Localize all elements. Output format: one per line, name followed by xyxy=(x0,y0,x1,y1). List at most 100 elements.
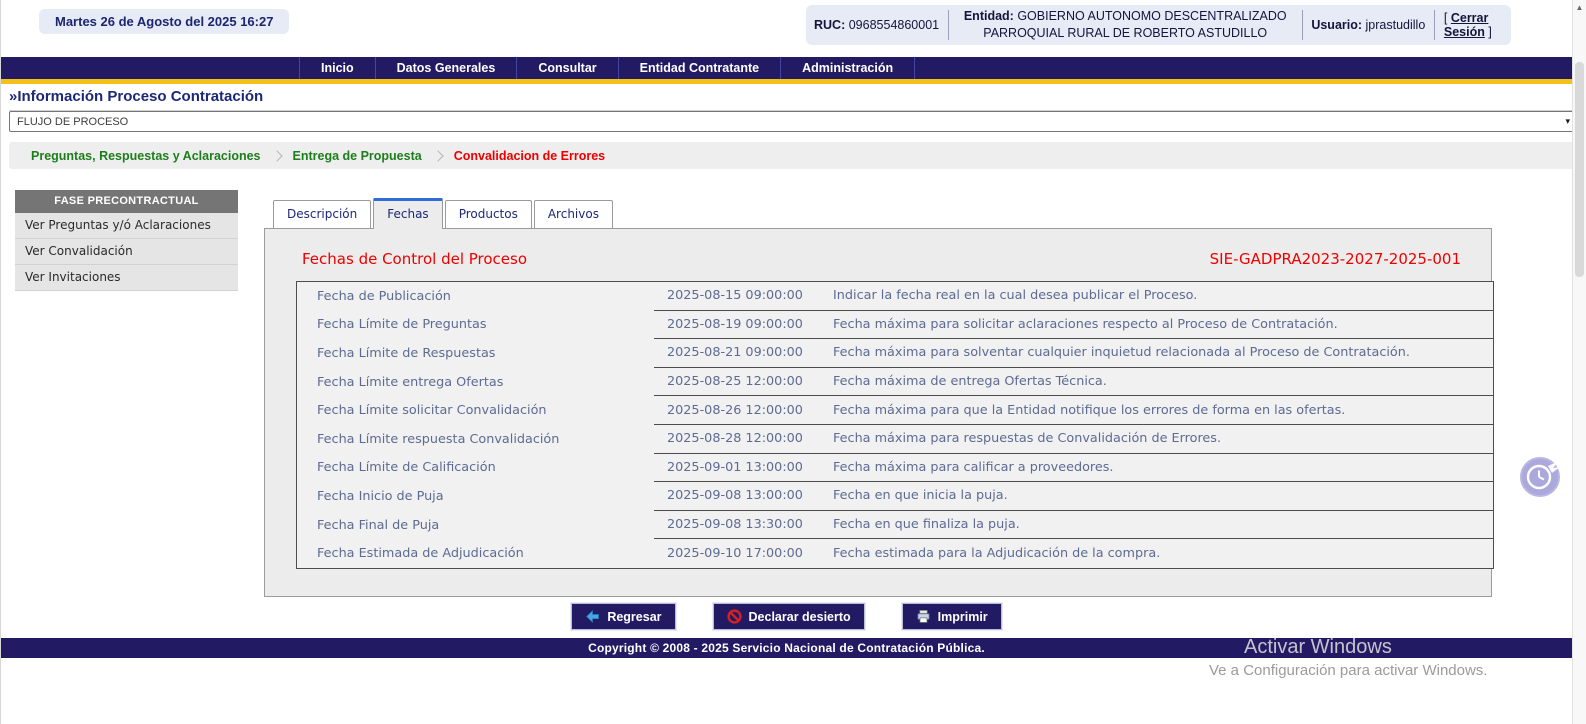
table-row: Fecha Límite entrega Ofertas2025-08-25 1… xyxy=(297,368,1493,397)
sidebar-item-ver-convalidacion[interactable]: Ver Convalidación xyxy=(15,239,238,265)
arrow-left-icon xyxy=(585,609,600,624)
fecha-description: Fecha máxima para respuestas de Convalid… xyxy=(821,425,1493,454)
breadcrumb-chevron-icon xyxy=(271,150,282,161)
fecha-label: Fecha Límite de Calificación xyxy=(297,454,654,483)
fecha-description: Fecha máxima para solventar cualquier in… xyxy=(821,339,1493,368)
entidad-value: Entidad: GOBIERNO AUTONOMO DESCENTRALIZA… xyxy=(958,8,1293,42)
imprimir-button[interactable]: Imprimir xyxy=(902,603,1002,630)
table-row: Fecha Final de Puja2025-09-08 13:30:00Fe… xyxy=(297,511,1493,540)
regresar-button[interactable]: Regresar xyxy=(571,603,675,630)
page-title: »Información Proceso Contratación xyxy=(9,88,1576,111)
table-row: Fecha de Publicación2025-08-15 09:00:00I… xyxy=(297,282,1493,311)
fecha-datetime: 2025-08-26 12:00:00 xyxy=(654,396,821,425)
nav-item-datos-generales[interactable]: Datos Generales xyxy=(375,57,517,79)
table-row: Fecha Límite de Respuestas2025-08-21 09:… xyxy=(297,339,1493,368)
divider xyxy=(948,10,949,40)
chevron-down-icon: ▾ xyxy=(1565,116,1570,127)
tab-bar: DescripciónFechasProductosArchivos xyxy=(273,197,615,228)
fecha-description: Fecha en que inicia la puja. xyxy=(821,482,1493,511)
nav-item-entidad-contratante[interactable]: Entidad Contratante xyxy=(618,57,780,79)
tab-archivos[interactable]: Archivos xyxy=(534,200,613,228)
breadcrumb-step-preguntas-respuestas-y-aclaraciones[interactable]: Preguntas, Respuestas y Aclaraciones xyxy=(31,149,261,163)
tab-panel-fechas: Fechas de Control del Proceso SIE-GADPRA… xyxy=(264,228,1492,597)
flujo-select-value: FLUJO DE PROCESO xyxy=(17,116,128,128)
declarar-desierto-button[interactable]: Declarar desierto xyxy=(713,603,865,630)
process-code: SIE-GADPRA2023-2027-2025-001 xyxy=(1210,250,1461,268)
fecha-description: Fecha máxima para calificar a proveedore… xyxy=(821,454,1493,483)
usuario-label: Usuario: xyxy=(1311,18,1362,32)
fecha-description: Fecha máxima para que la Entidad notifiq… xyxy=(821,396,1493,425)
fecha-description: Fecha en que finaliza la puja. xyxy=(821,511,1493,540)
fechas-section-title: Fechas de Control del Proceso xyxy=(302,250,527,268)
breadcrumb-chevron-icon xyxy=(432,150,443,161)
fecha-description: Fecha máxima de entrega Ofertas Técnica. xyxy=(821,368,1493,397)
nav-menu: InicioDatos GeneralesConsultarEntidad Co… xyxy=(299,57,915,79)
flujo-proceso-select[interactable]: FLUJO DE PROCESO ▾ xyxy=(9,111,1576,132)
fecha-datetime: 2025-09-10 17:00:00 xyxy=(654,539,821,568)
table-row: Fecha Límite respuesta Convalidación2025… xyxy=(297,425,1493,454)
usuario-value: Usuario: jprastudillo xyxy=(1311,18,1425,32)
nav-item-administracion[interactable]: Administración xyxy=(780,57,915,79)
session-info-bar: RUC: 0968554860001 Entidad: GOBIERNO AUT… xyxy=(806,5,1511,45)
button-label: Regresar xyxy=(607,610,661,624)
main-nav: InicioDatos GeneralesConsultarEntidad Co… xyxy=(1,57,1572,79)
sidebar: FASE PRECONTRACTUAL Ver Preguntas y/ó Ac… xyxy=(15,190,238,291)
ruc-label: RUC: xyxy=(814,18,845,32)
fecha-datetime: 2025-08-15 09:00:00 xyxy=(654,282,821,311)
scrollbar-thumb[interactable] xyxy=(1575,62,1584,277)
tab-productos[interactable]: Productos xyxy=(445,200,532,228)
sidebar-items: Ver Preguntas y/ó AclaracionesVer Conval… xyxy=(15,213,238,291)
breadcrumb-step-convalidacion-de-errores[interactable]: Convalidacion de Errores xyxy=(454,149,605,163)
copyright-text: Copyright © 2008 - 2025 Servicio Naciona… xyxy=(588,641,985,655)
sidebar-item-ver-preguntas-y-o-aclaraciones[interactable]: Ver Preguntas y/ó Aclaraciones xyxy=(15,213,238,239)
table-row: Fecha Límite solicitar Convalidación2025… xyxy=(297,396,1493,425)
fecha-label: Fecha Estimada de Adjudicación xyxy=(297,539,654,568)
fecha-label: Fecha Límite respuesta Convalidación xyxy=(297,425,654,454)
fecha-label: Fecha Límite de Preguntas xyxy=(297,311,654,340)
fecha-label: Fecha Límite entrega Ofertas xyxy=(297,368,654,397)
divider xyxy=(1434,10,1435,40)
fechas-table: Fecha de Publicación2025-08-15 09:00:00I… xyxy=(296,281,1494,569)
fecha-description: Fecha máxima para solicitar aclaraciones… xyxy=(821,311,1493,340)
fecha-description: Fecha estimada para la Adjudicación de l… xyxy=(821,539,1493,568)
no-sign-icon xyxy=(727,609,742,624)
fecha-datetime: 2025-09-08 13:00:00 xyxy=(654,482,821,511)
fecha-label: Fecha Límite solicitar Convalidación xyxy=(297,396,654,425)
fecha-datetime: 2025-08-19 09:00:00 xyxy=(654,311,821,340)
fecha-datetime: 2025-08-25 12:00:00 xyxy=(654,368,821,397)
fecha-datetime: 2025-09-01 13:00:00 xyxy=(654,454,821,483)
entidad-label: Entidad: xyxy=(964,9,1014,23)
scrollbar[interactable]: ▲ xyxy=(1572,0,1586,724)
datetime-badge: Martes 26 de Agosto del 2025 16:27 xyxy=(39,9,289,34)
sidebar-item-ver-invitaciones[interactable]: Ver Invitaciones xyxy=(15,265,238,291)
table-row: Fecha Estimada de Adjudicación2025-09-10… xyxy=(297,539,1493,568)
logout-link[interactable]: Cerrar Sesión xyxy=(1444,11,1488,39)
ruc-value: RUC: 0968554860001 xyxy=(814,18,939,32)
nav-accent-strip xyxy=(1,79,1572,84)
action-buttons: Regresar Declarar desierto Imprimir xyxy=(1,603,1572,630)
sidebar-header: FASE PRECONTRACTUAL xyxy=(15,190,238,213)
fecha-datetime: 2025-08-21 09:00:00 xyxy=(654,339,821,368)
clock-widget-icon[interactable] xyxy=(1519,454,1563,498)
tab-fechas[interactable]: Fechas xyxy=(373,198,442,229)
panel-title-row: Fechas de Control del Proceso SIE-GADPRA… xyxy=(302,250,1461,268)
windows-activation-watermark-title: Activar Windows xyxy=(1244,636,1392,659)
tab-descripcion[interactable]: Descripción xyxy=(273,200,371,228)
fecha-description: Indicar la fecha real en la cual desea p… xyxy=(821,282,1493,311)
windows-activation-watermark-subtitle: Ve a Configuración para activar Windows. xyxy=(1209,662,1487,679)
button-label: Imprimir xyxy=(938,610,988,624)
fecha-datetime: 2025-08-28 12:00:00 xyxy=(654,425,821,454)
fecha-label: Fecha Límite de Respuestas xyxy=(297,339,654,368)
app-window: Martes 26 de Agosto del 2025 16:27 RUC: … xyxy=(0,0,1586,724)
table-row: Fecha Límite de Calificación2025-09-01 1… xyxy=(297,454,1493,483)
table-row: Fecha Límite de Preguntas2025-08-19 09:0… xyxy=(297,311,1493,340)
scroll-up-icon[interactable]: ▲ xyxy=(1573,3,1586,12)
nav-item-consultar[interactable]: Consultar xyxy=(516,57,617,79)
printer-icon xyxy=(916,609,931,624)
divider xyxy=(1302,10,1303,40)
nav-item-inicio[interactable]: Inicio xyxy=(299,57,375,79)
fecha-label: Fecha Final de Puja xyxy=(297,511,654,540)
button-label: Declarar desierto xyxy=(749,610,851,624)
logout-wrapper: [ Cerrar Sesión ] xyxy=(1444,11,1503,39)
breadcrumb-step-entrega-de-propuesta[interactable]: Entrega de Propuesta xyxy=(293,149,422,163)
